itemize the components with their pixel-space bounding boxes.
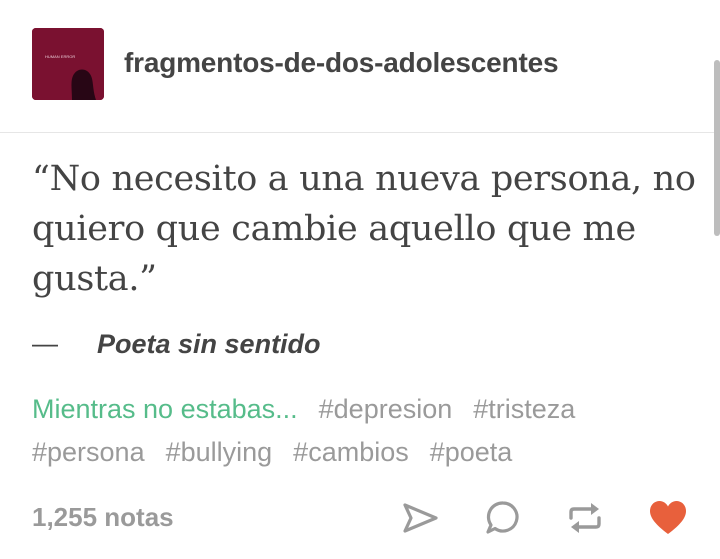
share-button[interactable] (401, 498, 441, 538)
reblog-arrows-icon (569, 503, 601, 533)
quote-text: “No necesito a una nueva persona, no qui… (32, 154, 697, 304)
notes-count[interactable]: 1,255 notas (32, 502, 174, 533)
post-footer: 1,255 notas (0, 494, 720, 542)
scrollbar-thumb[interactable] (714, 60, 720, 236)
heart-icon (650, 501, 686, 534)
source-dash: — (32, 328, 58, 358)
like-button[interactable] (648, 498, 688, 538)
post-header: HUMAN ERROR fragmentos-de-dos-adolescent… (0, 0, 720, 133)
tag-depresion[interactable]: #depresion (319, 388, 453, 431)
tag-featured[interactable]: Mientras no estabas... (32, 388, 298, 431)
quote-line: “No necesito a una nueva persona, no (32, 159, 696, 199)
paper-plane-icon (403, 503, 438, 533)
tag-persona[interactable]: #persona (32, 431, 145, 474)
tag-tristeza[interactable]: #tristeza (473, 388, 575, 431)
reblog-button[interactable] (565, 498, 605, 538)
avatar-caption: HUMAN ERROR (45, 54, 75, 59)
blog-avatar[interactable]: HUMAN ERROR (32, 28, 104, 100)
quote-line: quiero que cambie aquello que me (32, 209, 636, 249)
reply-button[interactable] (483, 498, 523, 538)
blog-name[interactable]: fragmentos-de-dos-adolescentes (124, 47, 559, 79)
tag-list: Mientras no estabas... #depresion #tristez… (32, 388, 702, 474)
tag-cambios[interactable]: #cambios (293, 431, 409, 474)
speech-bubble-icon (486, 501, 519, 534)
tag-bullying[interactable]: #bullying (166, 431, 273, 474)
tag-poeta[interactable]: #poeta (430, 431, 513, 474)
quote-source: Poeta sin sentido (97, 329, 321, 359)
quote-line: gusta.” (32, 259, 157, 299)
